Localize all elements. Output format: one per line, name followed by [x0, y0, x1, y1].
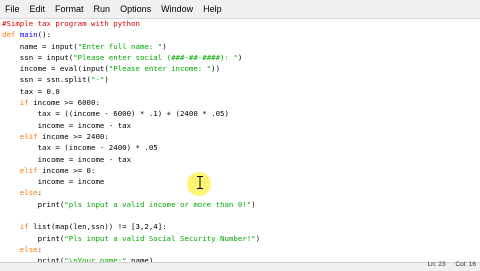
menu-file[interactable]: File: [0, 0, 25, 18]
code-line: elif income >= 2400:: [2, 131, 260, 142]
code-line: income = income - tax: [2, 120, 260, 131]
code-line: print("Pls input a valid Social Security…: [2, 233, 261, 244]
code-token: list(map(len,ssn)) != [3,2,4]:: [33, 222, 167, 232]
code-line: #Simple tax program with python: [2, 19, 260, 29]
code-line: tax = 0.0: [2, 86, 260, 97]
code-line: def main():: [2, 29, 260, 40]
code-token: else: [2, 188, 38, 198]
status-col: Col: 16: [455, 261, 476, 268]
code-line: print("\nYour name:",name): [2, 255, 260, 262]
code-token: ssn = ssn.split(: [2, 75, 91, 85]
cursor-position: Ln: 23 Col: 16: [420, 261, 477, 268]
menu-run[interactable]: Run: [89, 0, 116, 18]
code-token: tax = ((income - 6000) * .1) + (2400 * .…: [2, 109, 229, 119]
code-token: )): [211, 64, 221, 74]
code-token: "Please enter social (###-##-####): ": [73, 52, 238, 62]
code-line: name = input("Enter full name: "): [2, 41, 260, 52]
code-token: main: [19, 30, 38, 40]
code-token: income = income - tax: [2, 120, 132, 130]
code-token: :: [37, 244, 43, 254]
code-token: income = income - tax: [2, 154, 132, 164]
code-token: income >= 0:: [42, 165, 96, 175]
code-token: ():: [37, 30, 51, 40]
code-token: ): [251, 199, 256, 209]
code-token: #Simple tax program with python: [2, 19, 140, 28]
menu-window[interactable]: Window: [156, 0, 198, 18]
code-token: income = income: [2, 177, 105, 187]
code-editor[interactable]: #Simple tax program with python def main(…: [0, 19, 480, 262]
code-token: ): [255, 233, 261, 243]
code-token: tax = 0.0: [2, 86, 60, 96]
code-token: elif: [2, 165, 43, 175]
code-token: income >= 6000:: [33, 98, 100, 108]
code-line: income = income - tax: [2, 154, 260, 165]
menu-format[interactable]: Format: [50, 0, 89, 18]
code-line: ssn = ssn.split("-"): [2, 74, 260, 85]
code-token: income = eval(input(: [2, 64, 109, 74]
code-line: print("pls input a valid income or more …: [2, 199, 260, 210]
code-token: "Please enter income: ": [108, 64, 212, 74]
code-text[interactable]: #Simple tax program with python def main(…: [2, 19, 260, 262]
menu-help[interactable]: Help: [198, 0, 227, 18]
code-line: elif income >= 0:: [2, 165, 260, 176]
code-line: ssn = input("Please enter social (###-##…: [2, 52, 260, 63]
code-token: income >= 2400:: [42, 131, 109, 141]
code-line: if income >= 6000:: [2, 97, 260, 108]
code-token: ): [162, 41, 167, 51]
code-token: "-": [91, 75, 105, 85]
code-line: if list(map(len,ssn)) != [3,2,4]:: [2, 221, 260, 232]
code-line: income = income: [2, 176, 260, 187]
code-token: tax = (income - 2400) * .05: [2, 143, 158, 153]
code-token: ): [237, 52, 243, 62]
code-token: else: [2, 244, 38, 254]
code-token: name = input(: [2, 41, 78, 51]
code-token: def: [2, 30, 20, 40]
status-line: Ln: 23: [427, 261, 446, 268]
menu-options[interactable]: Options: [115, 0, 156, 18]
code-line: tax = (income - 2400) * .05: [2, 142, 260, 153]
code-token: ssn = input(: [2, 52, 74, 62]
code-token: print(: [2, 233, 65, 243]
code-token: if: [2, 222, 34, 232]
code-line: else:: [2, 244, 260, 255]
menu-edit[interactable]: Edit: [25, 0, 51, 18]
code-token: print(: [2, 199, 65, 209]
code-token: :: [37, 188, 43, 198]
code-token: if: [2, 98, 34, 108]
code-token: ): [104, 75, 109, 85]
code-line: income = eval(input("Please enter income…: [2, 63, 260, 74]
code-line: tax = ((income - 6000) * .1) + (2400 * .…: [2, 108, 260, 119]
code-line: else:: [2, 187, 260, 198]
code-token: "pls input a valid income or more than 0…: [64, 199, 252, 209]
code-token: elif: [2, 131, 43, 141]
code-token: "Pls input a valid Social Security Numbe…: [64, 233, 256, 243]
menu-bar: File Edit Format Run Options Window Help: [0, 0, 480, 19]
text-cursor-icon: [197, 176, 203, 189]
code-token: "Enter full name: ": [77, 41, 163, 51]
